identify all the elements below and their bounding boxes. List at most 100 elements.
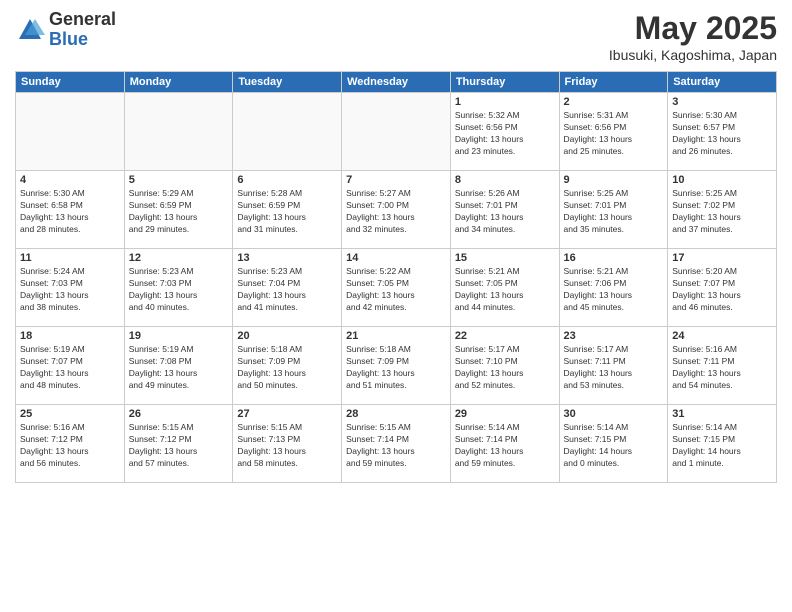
day-content: Sunrise: 5:20 AM Sunset: 7:07 PM Dayligh… — [672, 266, 772, 314]
calendar-cell: 13 Sunrise: 5:23 AM Sunset: 7:04 PM Dayli… — [233, 249, 342, 327]
day-number: 9 — [564, 174, 664, 186]
day-number: 12 — [129, 252, 229, 264]
calendar-week-3: 11Sunrise: 5:24 AM Sunset: 7:03 PM Dayli… — [16, 249, 777, 327]
calendar-header-row: Sunday Monday Tuesday Wednesday Thursday… — [16, 72, 777, 93]
calendar-cell: 29 Sunrise: 5:14 AM Sunset: 7:14 PM Dayli… — [450, 405, 559, 483]
col-saturday: Saturday — [668, 72, 777, 93]
calendar-cell: 7Sunrise: 5:27 AM Sunset: 7:00 PM Daylig… — [342, 171, 451, 249]
calendar-cell: 24 Sunrise: 5:16 AM Sunset: 7:11 PM Dayli… — [668, 327, 777, 405]
day-number: 14 — [346, 252, 446, 264]
calendar: Sunday Monday Tuesday Wednesday Thursday… — [15, 71, 777, 483]
day-number: 3 — [672, 96, 772, 108]
calendar-week-5: 25Sunrise: 5:16 AM Sunset: 7:12 PM Dayli… — [16, 405, 777, 483]
day-content: Sunrise: 5:29 AM Sunset: 6:59 PM Dayligh… — [129, 188, 229, 236]
calendar-cell — [124, 93, 233, 171]
calendar-cell: 12 Sunrise: 5:23 AM Sunset: 7:03 PM Dayli… — [124, 249, 233, 327]
day-content: Sunrise: 5:32 AM Sunset: 6:56 PM Dayligh… — [455, 110, 555, 158]
day-number: 27 — [237, 408, 337, 420]
day-content: Sunrise: 5:14 AM Sunset: 7:15 PM Dayligh… — [672, 422, 772, 470]
day-content: Sunrise: 5:17 AM Sunset: 7:11 PM Dayligh… — [564, 344, 664, 392]
calendar-cell: 6 Sunrise: 5:28 AM Sunset: 6:59 PM Daylig… — [233, 171, 342, 249]
calendar-cell: 31 Sunrise: 5:14 AM Sunset: 7:15 PM Dayli… — [668, 405, 777, 483]
day-number: 1 — [455, 96, 555, 108]
calendar-cell: 16 Sunrise: 5:21 AM Sunset: 7:06 PM Dayli… — [559, 249, 668, 327]
calendar-cell: 22 Sunrise: 5:17 AM Sunset: 7:10 PM Dayli… — [450, 327, 559, 405]
day-number: 8 — [455, 174, 555, 186]
day-content: Sunrise: 5:15 AM Sunset: 7:12 PM Dayligh… — [129, 422, 229, 470]
day-number: 16 — [564, 252, 664, 264]
day-content: Sunrise: 5:18 AM Sunset: 7:09 PM Dayligh… — [237, 344, 337, 392]
title-section: May 2025 Ibusuki, Kagoshima, Japan — [609, 10, 777, 63]
day-content: Sunrise: 5:23 AM Sunset: 7:04 PM Dayligh… — [237, 266, 337, 314]
day-content: Sunrise: 5:23 AM Sunset: 7:03 PM Dayligh… — [129, 266, 229, 314]
calendar-cell: 23Sunrise: 5:17 AM Sunset: 7:11 PM Dayli… — [559, 327, 668, 405]
day-number: 28 — [346, 408, 446, 420]
logo: General Blue — [15, 10, 116, 50]
calendar-cell: 15Sunrise: 5:21 AM Sunset: 7:05 PM Dayli… — [450, 249, 559, 327]
calendar-week-4: 18 Sunrise: 5:19 AM Sunset: 7:07 PM Dayli… — [16, 327, 777, 405]
calendar-cell: 21 Sunrise: 5:18 AM Sunset: 7:09 PM Dayli… — [342, 327, 451, 405]
day-content: Sunrise: 5:18 AM Sunset: 7:09 PM Dayligh… — [346, 344, 446, 392]
day-content: Sunrise: 5:19 AM Sunset: 7:07 PM Dayligh… — [20, 344, 120, 392]
day-number: 29 — [455, 408, 555, 420]
day-number: 10 — [672, 174, 772, 186]
calendar-cell: 1 Sunrise: 5:32 AM Sunset: 6:56 PM Daylig… — [450, 93, 559, 171]
calendar-cell: 10Sunrise: 5:25 AM Sunset: 7:02 PM Dayli… — [668, 171, 777, 249]
calendar-cell — [342, 93, 451, 171]
day-content: Sunrise: 5:30 AM Sunset: 6:57 PM Dayligh… — [672, 110, 772, 158]
day-content: Sunrise: 5:25 AM Sunset: 7:01 PM Dayligh… — [564, 188, 664, 236]
calendar-week-1: 1 Sunrise: 5:32 AM Sunset: 6:56 PM Daylig… — [16, 93, 777, 171]
day-number: 13 — [237, 252, 337, 264]
day-number: 19 — [129, 330, 229, 342]
calendar-cell: 28 Sunrise: 5:15 AM Sunset: 7:14 PM Dayli… — [342, 405, 451, 483]
day-number: 20 — [237, 330, 337, 342]
calendar-cell: 27 Sunrise: 5:15 AM Sunset: 7:13 PM Dayli… — [233, 405, 342, 483]
calendar-cell: 17Sunrise: 5:20 AM Sunset: 7:07 PM Dayli… — [668, 249, 777, 327]
calendar-cell: 20 Sunrise: 5:18 AM Sunset: 7:09 PM Dayli… — [233, 327, 342, 405]
calendar-cell: 2 Sunrise: 5:31 AM Sunset: 6:56 PM Daylig… — [559, 93, 668, 171]
day-content: Sunrise: 5:17 AM Sunset: 7:10 PM Dayligh… — [455, 344, 555, 392]
calendar-cell: 3 Sunrise: 5:30 AM Sunset: 6:57 PM Daylig… — [668, 93, 777, 171]
day-content: Sunrise: 5:28 AM Sunset: 6:59 PM Dayligh… — [237, 188, 337, 236]
page: General Blue May 2025 Ibusuki, Kagoshima… — [0, 0, 792, 612]
col-thursday: Thursday — [450, 72, 559, 93]
day-number: 26 — [129, 408, 229, 420]
header: General Blue May 2025 Ibusuki, Kagoshima… — [15, 10, 777, 63]
col-sunday: Sunday — [16, 72, 125, 93]
day-number: 22 — [455, 330, 555, 342]
day-number: 6 — [237, 174, 337, 186]
calendar-cell: 8 Sunrise: 5:26 AM Sunset: 7:01 PM Daylig… — [450, 171, 559, 249]
logo-icon — [15, 15, 45, 45]
day-content: Sunrise: 5:27 AM Sunset: 7:00 PM Dayligh… — [346, 188, 446, 236]
location: Ibusuki, Kagoshima, Japan — [609, 47, 777, 63]
day-number: 21 — [346, 330, 446, 342]
col-monday: Monday — [124, 72, 233, 93]
day-content: Sunrise: 5:16 AM Sunset: 7:12 PM Dayligh… — [20, 422, 120, 470]
col-tuesday: Tuesday — [233, 72, 342, 93]
calendar-cell: 18 Sunrise: 5:19 AM Sunset: 7:07 PM Dayli… — [16, 327, 125, 405]
day-content: Sunrise: 5:15 AM Sunset: 7:14 PM Dayligh… — [346, 422, 446, 470]
calendar-cell: 9 Sunrise: 5:25 AM Sunset: 7:01 PM Daylig… — [559, 171, 668, 249]
day-content: Sunrise: 5:31 AM Sunset: 6:56 PM Dayligh… — [564, 110, 664, 158]
day-content: Sunrise: 5:19 AM Sunset: 7:08 PM Dayligh… — [129, 344, 229, 392]
day-number: 18 — [20, 330, 120, 342]
day-content: Sunrise: 5:21 AM Sunset: 7:06 PM Dayligh… — [564, 266, 664, 314]
day-content: Sunrise: 5:16 AM Sunset: 7:11 PM Dayligh… — [672, 344, 772, 392]
day-content: Sunrise: 5:15 AM Sunset: 7:13 PM Dayligh… — [237, 422, 337, 470]
day-content: Sunrise: 5:26 AM Sunset: 7:01 PM Dayligh… — [455, 188, 555, 236]
day-number: 4 — [20, 174, 120, 186]
day-number: 24 — [672, 330, 772, 342]
calendar-cell: 19 Sunrise: 5:19 AM Sunset: 7:08 PM Dayli… — [124, 327, 233, 405]
calendar-cell: 30Sunrise: 5:14 AM Sunset: 7:15 PM Dayli… — [559, 405, 668, 483]
calendar-cell: 14Sunrise: 5:22 AM Sunset: 7:05 PM Dayli… — [342, 249, 451, 327]
day-number: 31 — [672, 408, 772, 420]
logo-general: General — [49, 10, 116, 30]
day-number: 2 — [564, 96, 664, 108]
calendar-cell — [233, 93, 342, 171]
calendar-week-2: 4Sunrise: 5:30 AM Sunset: 6:58 PM Daylig… — [16, 171, 777, 249]
calendar-cell: 5Sunrise: 5:29 AM Sunset: 6:59 PM Daylig… — [124, 171, 233, 249]
calendar-cell: 11Sunrise: 5:24 AM Sunset: 7:03 PM Dayli… — [16, 249, 125, 327]
day-content: Sunrise: 5:24 AM Sunset: 7:03 PM Dayligh… — [20, 266, 120, 314]
day-content: Sunrise: 5:14 AM Sunset: 7:14 PM Dayligh… — [455, 422, 555, 470]
logo-text: General Blue — [49, 10, 116, 50]
